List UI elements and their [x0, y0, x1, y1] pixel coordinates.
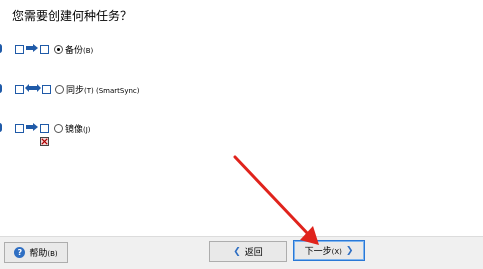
annotation-arrow — [233, 155, 319, 245]
